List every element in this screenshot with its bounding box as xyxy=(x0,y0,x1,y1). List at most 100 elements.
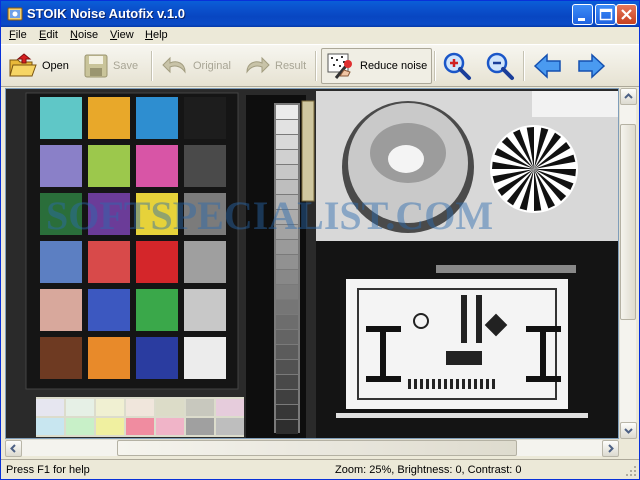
zoom-out-button[interactable] xyxy=(485,48,515,84)
reduce-noise-button[interactable]: Reduce noise xyxy=(321,48,433,84)
color-swatch xyxy=(88,241,130,283)
forward-button[interactable] xyxy=(576,48,606,84)
gray-step xyxy=(276,405,298,419)
undo-arrow-icon xyxy=(162,56,186,74)
scroll-down-button[interactable] xyxy=(620,422,637,439)
gray-step xyxy=(276,105,298,119)
pastel-swatch xyxy=(216,418,244,435)
color-swatch xyxy=(136,97,178,139)
toolbar-separator xyxy=(523,51,525,81)
gray-step xyxy=(276,165,298,179)
pastel-swatch xyxy=(186,418,214,435)
menu-view[interactable]: View xyxy=(110,29,134,41)
save-button[interactable]: Save xyxy=(83,48,138,84)
pastel-swatch xyxy=(36,399,64,416)
maximize-icon xyxy=(599,8,613,21)
result-button[interactable]: Result xyxy=(243,48,306,84)
zoom-in-button[interactable] xyxy=(442,48,472,84)
gray-step xyxy=(276,390,298,404)
status-info-text: Zoom: 25%, Brightness: 0, Contrast: 0 xyxy=(335,464,522,476)
menu-file[interactable]: File xyxy=(9,29,27,41)
color-swatch xyxy=(184,337,226,379)
color-swatch xyxy=(184,97,226,139)
resize-grip-icon[interactable] xyxy=(625,465,637,477)
close-icon xyxy=(621,9,632,20)
pastel-swatch xyxy=(156,399,184,416)
chevron-right-icon xyxy=(608,444,614,453)
menu-edit[interactable]: Edit xyxy=(39,29,58,41)
vertical-scroll-thumb[interactable] xyxy=(620,124,636,320)
gray-step xyxy=(276,300,298,314)
color-swatch xyxy=(184,241,226,283)
menu-noise[interactable]: Noise xyxy=(70,29,98,41)
toolbar-separator xyxy=(434,51,436,81)
pastel-swatch xyxy=(66,418,94,435)
scroll-right-button[interactable] xyxy=(602,440,619,457)
color-swatch xyxy=(88,337,130,379)
zoom-out-icon xyxy=(486,52,514,80)
pastel-swatch xyxy=(216,399,244,416)
original-button[interactable]: Original xyxy=(161,48,231,84)
gray-step xyxy=(276,315,298,329)
color-swatch xyxy=(40,289,82,331)
gray-step xyxy=(276,120,298,134)
arrow-left-icon xyxy=(533,53,561,79)
gray-step xyxy=(276,285,298,299)
pastel-swatch xyxy=(186,399,214,416)
color-swatch xyxy=(40,97,82,139)
scroll-corner xyxy=(619,439,636,456)
arrow-right-icon xyxy=(578,53,606,79)
status-bar: Press F1 for help Zoom: 25%, Brightness:… xyxy=(1,459,639,479)
gray-step xyxy=(276,180,298,194)
app-icon xyxy=(7,7,23,21)
minimize-button[interactable] xyxy=(572,4,593,25)
gray-step xyxy=(276,135,298,149)
color-swatch xyxy=(184,145,226,187)
pastel-swatch xyxy=(66,399,94,416)
image-viewport[interactable]: SOFTSPECIALIST.COM xyxy=(5,88,619,439)
open-button[interactable]: Open xyxy=(8,48,69,84)
color-swatch xyxy=(88,97,130,139)
scroll-left-button[interactable] xyxy=(5,440,22,457)
toolbar: Open Save Original Result Reduce noise xyxy=(1,45,639,87)
zoom-in-icon xyxy=(443,52,471,80)
color-swatch xyxy=(136,289,178,331)
toolbar-separator xyxy=(151,51,153,81)
gray-step xyxy=(276,255,298,269)
back-button[interactable] xyxy=(533,48,563,84)
vertical-scrollbar[interactable] xyxy=(619,88,637,439)
menu-bar: File Edit Noise View Help xyxy=(1,27,639,45)
close-button[interactable] xyxy=(616,4,637,25)
color-swatch xyxy=(88,145,130,187)
color-swatch xyxy=(136,337,178,379)
chevron-down-icon xyxy=(624,428,633,434)
color-swatch xyxy=(88,289,130,331)
gray-step xyxy=(276,345,298,359)
watermark-text: SOFTSPECIALIST.COM xyxy=(46,193,493,238)
maximize-button[interactable] xyxy=(595,4,616,25)
status-help-text: Press F1 for help xyxy=(6,464,90,476)
horizontal-scrollbar[interactable] xyxy=(5,439,619,457)
gray-step xyxy=(276,330,298,344)
color-swatch xyxy=(40,337,82,379)
color-swatch xyxy=(40,145,82,187)
color-swatch xyxy=(184,289,226,331)
title-bar[interactable]: STOIK Noise Autofix v.1.0 xyxy=(1,1,639,27)
gray-step xyxy=(276,375,298,389)
scroll-up-button[interactable] xyxy=(620,88,637,105)
folder-open-icon xyxy=(9,53,37,77)
menu-help[interactable]: Help xyxy=(145,29,168,41)
gray-step xyxy=(276,360,298,374)
gray-step xyxy=(276,420,298,434)
floppy-disk-icon xyxy=(84,54,108,78)
pastel-swatch xyxy=(96,399,124,416)
pastel-swatch xyxy=(126,418,154,435)
chevron-left-icon xyxy=(10,444,16,453)
pastel-swatch xyxy=(36,418,64,435)
redo-arrow-icon xyxy=(246,56,270,74)
chevron-up-icon xyxy=(624,93,633,99)
gray-step xyxy=(276,240,298,254)
window-title: STOIK Noise Autofix v.1.0 xyxy=(27,6,185,21)
toolbar-separator xyxy=(315,51,317,81)
horizontal-scroll-thumb[interactable] xyxy=(117,440,517,456)
